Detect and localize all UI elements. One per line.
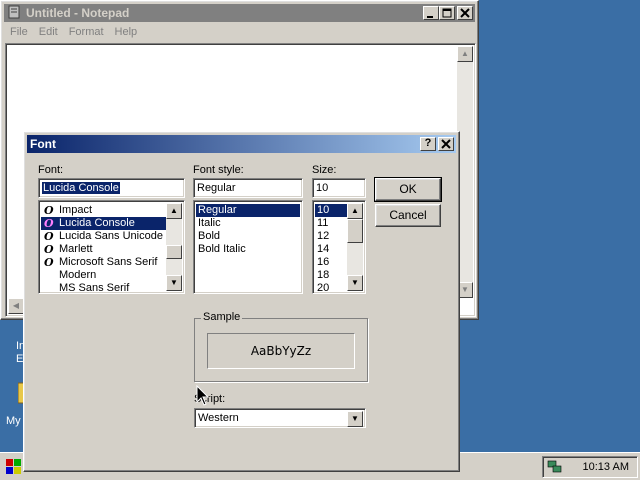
- system-tray: 10:13 AM: [542, 456, 638, 478]
- notepad-title: Untitled - Notepad: [26, 6, 130, 20]
- desktop-icon-label: My: [6, 415, 21, 427]
- script-dropdown-button[interactable]: ▼: [347, 411, 363, 427]
- font-style-list[interactable]: Regular Italic Bold Bold Italic: [193, 200, 303, 294]
- scroll-left-button[interactable]: ◀: [8, 298, 24, 314]
- scroll-up-button[interactable]: ▲: [347, 203, 363, 219]
- font-list-item[interactable]: Modern: [41, 269, 166, 282]
- size-item-selected[interactable]: 10: [315, 204, 349, 217]
- clock[interactable]: 10:13 AM: [583, 461, 629, 473]
- size-list-scrollbar[interactable]: ▲ ▼: [347, 203, 363, 291]
- minimize-icon: [427, 16, 433, 18]
- minimize-button[interactable]: [423, 6, 439, 20]
- font-style-item[interactable]: Bold: [196, 230, 300, 243]
- scroll-up-button[interactable]: ▲: [166, 203, 182, 219]
- size-item[interactable]: 14: [315, 243, 349, 256]
- close-button[interactable]: [438, 137, 454, 151]
- font-style-input[interactable]: Regular: [193, 178, 303, 198]
- sample-label: Sample: [201, 311, 243, 323]
- notepad-title-bar[interactable]: Untitled - Notepad: [4, 4, 475, 22]
- size-list[interactable]: 10 11 12 14 16 18 20 ▲ ▼: [312, 200, 366, 294]
- size-item[interactable]: 11: [315, 217, 349, 230]
- help-button[interactable]: ?: [420, 137, 436, 151]
- opentype-icon: O: [44, 204, 54, 217]
- ok-button[interactable]: OK: [374, 177, 442, 202]
- menu-file[interactable]: File: [4, 23, 33, 38]
- scroll-down-button[interactable]: ▼: [347, 275, 363, 291]
- size-input[interactable]: 10: [312, 178, 366, 198]
- start-button-partial[interactable]: [2, 456, 24, 478]
- size-item[interactable]: 16: [315, 256, 349, 269]
- menu-format[interactable]: Format: [63, 23, 109, 38]
- opentype-icon: O: [44, 243, 54, 256]
- scrollbar-thumb[interactable]: [166, 245, 182, 259]
- close-icon: [441, 139, 451, 149]
- notepad-icon: [8, 5, 20, 19]
- size-item[interactable]: 12: [315, 230, 349, 243]
- menu-edit[interactable]: Edit: [33, 23, 63, 38]
- script-select[interactable]: Western ▼: [194, 408, 366, 428]
- font-list[interactable]: O Impact O Lucida Console O Lucida Sans …: [38, 200, 185, 294]
- scrollbar-thumb[interactable]: [347, 219, 363, 243]
- desktop-icon-internet[interactable]: In Ex: [4, 322, 29, 372]
- network-icon[interactable]: [547, 459, 563, 475]
- menu-help[interactable]: Help: [109, 23, 143, 38]
- size-item[interactable]: 18: [315, 269, 349, 282]
- script-value: Western: [198, 412, 239, 424]
- notepad-menu-bar: File Edit Format Help: [4, 23, 475, 41]
- windows-logo-icon: [6, 459, 21, 474]
- font-dialog-title-bar[interactable]: Font ?: [27, 135, 456, 153]
- font-list-item[interactable]: O Impact: [41, 204, 166, 217]
- maximize-icon: [442, 8, 452, 18]
- mouse-cursor-icon: [196, 385, 210, 406]
- size-item[interactable]: 20: [315, 282, 349, 293]
- font-dialog: Font ? Font: Lucida Console O Impact O L…: [23, 131, 460, 472]
- cancel-button[interactable]: Cancel: [375, 204, 441, 227]
- font-list-item[interactable]: O Lucida Sans Unicode: [41, 230, 166, 243]
- font-list-item-selected[interactable]: O Lucida Console: [41, 217, 166, 230]
- size-label: Size:: [312, 164, 337, 176]
- font-label: Font:: [38, 164, 64, 176]
- font-style-item[interactable]: Italic: [196, 217, 300, 230]
- font-name-value: Lucida Console: [42, 182, 120, 194]
- dialog-title: Font: [30, 137, 56, 151]
- font-list-item[interactable]: O Marlett: [41, 243, 166, 256]
- font-name-input[interactable]: Lucida Console: [38, 178, 185, 198]
- chevron-down-icon: ▼: [351, 414, 359, 423]
- scroll-down-button[interactable]: ▼: [166, 275, 182, 291]
- font-style-item[interactable]: Bold Italic: [196, 243, 300, 256]
- close-button[interactable]: [457, 6, 473, 20]
- sample-preview: AaBbYyZz: [207, 333, 355, 369]
- opentype-icon: O: [44, 230, 54, 243]
- font-list-item[interactable]: O Microsoft Sans Serif: [41, 256, 166, 269]
- opentype-icon: O: [44, 256, 54, 269]
- close-icon: [460, 8, 470, 18]
- maximize-button[interactable]: [439, 6, 455, 20]
- font-style-item-selected[interactable]: Regular: [196, 204, 300, 217]
- font-style-label: Font style:: [193, 164, 244, 176]
- scroll-up-button[interactable]: ▲: [457, 46, 473, 62]
- sample-group: Sample AaBbYyZz: [194, 311, 368, 382]
- font-list-item[interactable]: MS Sans Serif: [41, 282, 166, 293]
- font-list-scrollbar[interactable]: ▲ ▼: [166, 203, 182, 291]
- opentype-icon: O: [44, 217, 54, 230]
